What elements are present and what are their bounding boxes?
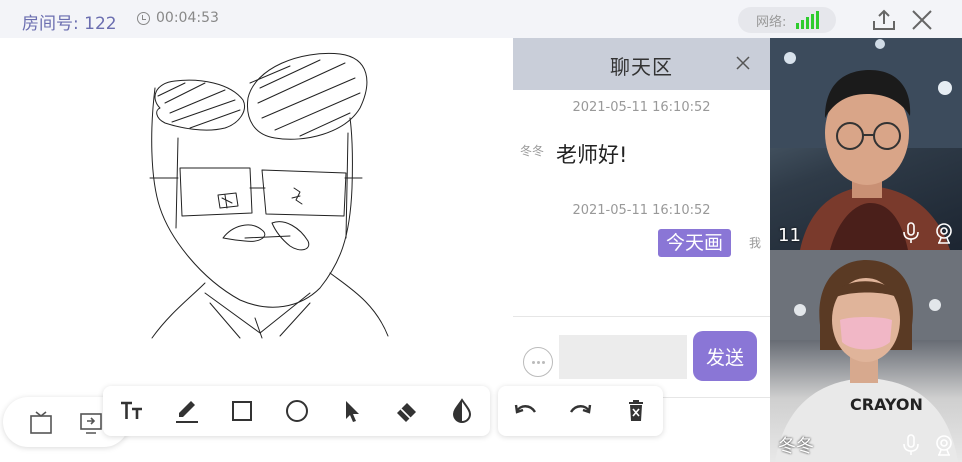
participant-video: CRAYON <box>770 250 962 462</box>
select-arrow-icon[interactable] <box>338 397 366 425</box>
microphone-icon[interactable] <box>902 222 920 244</box>
session-timer: 00:04:53 <box>137 10 219 26</box>
emoji-icon[interactable] <box>523 347 553 377</box>
close-button[interactable] <box>909 7 935 33</box>
video-tile-teacher: 11 <box>770 38 962 250</box>
classroom-screen: 房间号: 122 00:04:53 网络: 聊天区 2021-05-11 16:… <box>0 0 962 462</box>
camera-icon[interactable] <box>934 434 954 456</box>
participant-name: 冬冬 <box>778 436 814 457</box>
message-sender: 我 <box>749 236 762 250</box>
video-controls <box>902 434 954 456</box>
camera-icon[interactable] <box>934 222 954 244</box>
message-timestamp: 2021-05-11 16:10:52 <box>572 100 711 115</box>
microphone-icon[interactable] <box>902 434 920 456</box>
participant-video <box>770 38 962 250</box>
network-label: 网络: <box>756 14 787 30</box>
send-button[interactable]: 发送 <box>693 331 757 381</box>
chat-header: 聊天区 <box>513 38 770 90</box>
message-text: 老师好! <box>556 143 628 167</box>
video-tile-student: CRAYON 冬冬 <box>770 250 962 462</box>
timer-text: 00:04:53 <box>156 10 219 26</box>
video-controls <box>902 222 954 244</box>
participant-name: 11 <box>778 225 801 246</box>
clear-icon[interactable] <box>622 397 650 425</box>
redo-icon[interactable] <box>566 397 594 425</box>
message-timestamp: 2021-05-11 16:10:52 <box>572 203 711 218</box>
pen-icon[interactable] <box>173 397 201 425</box>
color-fill-icon[interactable] <box>448 397 476 425</box>
circle-icon[interactable] <box>283 397 311 425</box>
top-bar: 房间号: 122 00:04:53 网络: <box>0 0 962 38</box>
network-status: 网络: <box>738 7 836 33</box>
room-number: 房间号: 122 <box>22 14 117 34</box>
close-icon <box>912 10 932 30</box>
message-bubble-outgoing: 今天画 <box>658 229 732 257</box>
text-size-icon[interactable] <box>118 397 146 425</box>
chat-input[interactable] <box>559 335 687 379</box>
clock-icon <box>137 11 150 25</box>
whiteboard-icon[interactable] <box>27 409 55 437</box>
undo-icon[interactable] <box>512 397 540 425</box>
chat-title: 聊天区 <box>610 55 673 79</box>
upload-icon <box>873 9 895 30</box>
rectangle-icon[interactable] <box>228 397 256 425</box>
signal-strength-icon <box>796 11 820 29</box>
screen-share-icon[interactable] <box>77 409 105 437</box>
chat-close-icon[interactable] <box>735 55 751 71</box>
history-toolbar <box>498 386 663 436</box>
svg-text:CRAYON: CRAYON <box>850 395 923 414</box>
drawing-toolbar <box>103 386 490 436</box>
upload-button[interactable] <box>871 7 897 33</box>
eraser-icon[interactable] <box>393 397 421 425</box>
message-sender: 冬冬 <box>520 144 545 158</box>
